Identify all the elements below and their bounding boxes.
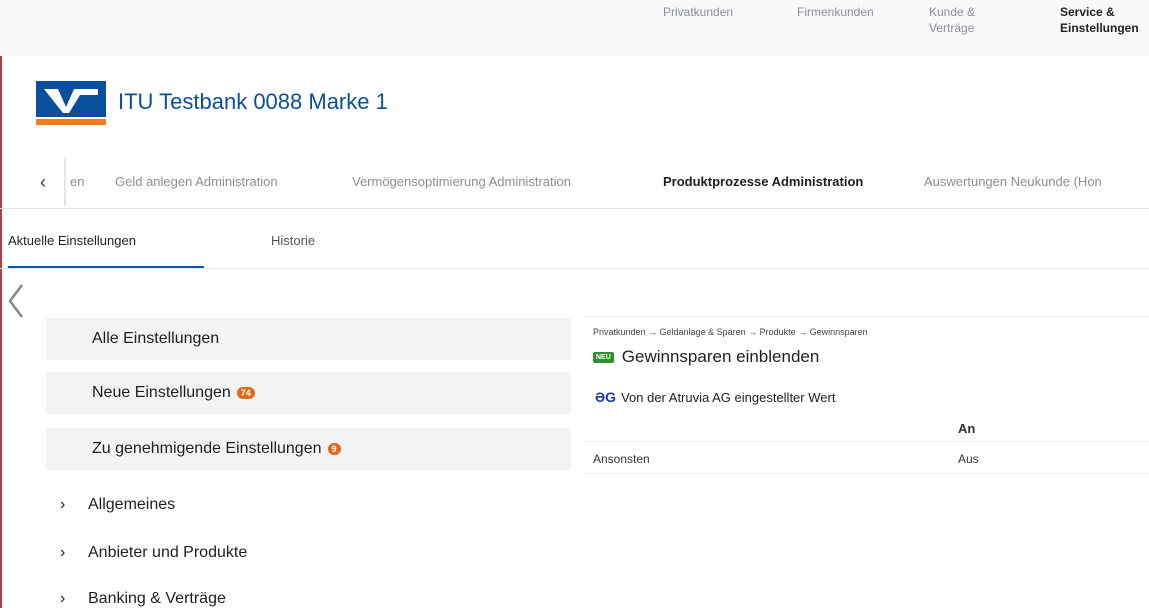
breadcrumb: Privatkunden → Geldanlage & Sparen → Pro… [593,327,868,337]
sub-navigation: ‹ en Geld anlegen Administration Vermöge… [0,158,1149,206]
chevron-left-icon[interactable]: ‹ [40,172,46,193]
divider [0,208,1149,209]
column-header: An [958,421,976,436]
menu-group-label: Banking & Verträge [88,590,226,607]
subnav-item-produktprozesse[interactable]: Produktprozesse Administration [663,174,863,189]
subnav-item-geld-anlegen[interactable]: Geld anlegen Administration [115,174,278,189]
bank-logo[interactable] [36,81,106,125]
menu-group-banking[interactable]: › Banking & Verträge [60,590,226,608]
menu-group-anbieter[interactable]: › Anbieter und Produkte [60,544,247,562]
topnav-service-einstellungen[interactable]: Service & Einstellungen [1060,4,1146,36]
chevron-right-icon: › [60,496,66,513]
subnav-scroll-shadow [64,158,67,206]
setting-title-text: Gewinnsparen einblenden [621,347,820,366]
menu-label: Zu genehmigende Einstellungen [92,440,322,457]
topnav-kunde-vertraege[interactable]: Kunde & Verträge [929,4,1009,36]
subnav-item-auswertungen[interactable]: Auswertungen Neukunde (Hon [924,174,1102,189]
collapse-panel-icon[interactable] [4,283,26,333]
topnav-privatkunden[interactable]: Privatkunden [663,4,733,20]
topnav-firmenkunden[interactable]: Firmenkunden [797,4,874,20]
setting-title: NEU Gewinnsparen einblenden [593,347,819,367]
row-label: Ansonsten [593,452,650,466]
menu-all-settings[interactable]: Alle Einstellungen [46,318,571,360]
bank-name: ITU Testbank 0088 Marke 1 [118,89,388,114]
setting-detail-panel: Privatkunden → Geldanlage & Sparen → Pro… [583,316,1149,477]
tab-aktuelle-einstellungen[interactable]: Aktuelle Einstellungen [8,233,136,248]
row-value: Aus [958,452,979,466]
subnav-item-vermoegensoptimierung[interactable]: Vermögensoptimierung Administration [352,174,571,189]
divider [0,268,1149,269]
top-navigation: Privatkunden Firmenkunden Kunde & Verträ… [0,0,1149,56]
chevron-right-icon: › [60,544,66,561]
menu-label: Alle Einstellungen [92,330,220,347]
provider-value-row: ƏG Von der Atruvia AG eingestellter Wert [595,389,835,405]
menu-new-settings[interactable]: Neue Einstellungen 74 [46,372,571,414]
count-badge: 9 [327,443,341,455]
menu-label: Neue Einstellungen [92,384,231,401]
menu-group-label: Allgemeines [88,496,176,513]
tab-historie[interactable]: Historie [271,233,315,248]
menu-group-allgemeines[interactable]: › Allgemeines [60,496,175,514]
provider-text: Von der Atruvia AG eingestellter Wert [621,389,836,405]
volksbank-logo-icon [36,81,106,125]
subnav-item-truncated[interactable]: en [70,174,84,189]
divider [583,473,1149,474]
new-badge: NEU [593,351,614,363]
menu-pending-settings[interactable]: Zu genehmigende Einstellungen 9 [46,428,571,470]
menu-group-label: Anbieter und Produkte [88,544,248,561]
divider [583,441,1149,442]
atruvia-icon: ƏG [595,389,617,405]
count-badge: 74 [236,387,255,399]
chevron-right-icon: › [60,590,66,607]
